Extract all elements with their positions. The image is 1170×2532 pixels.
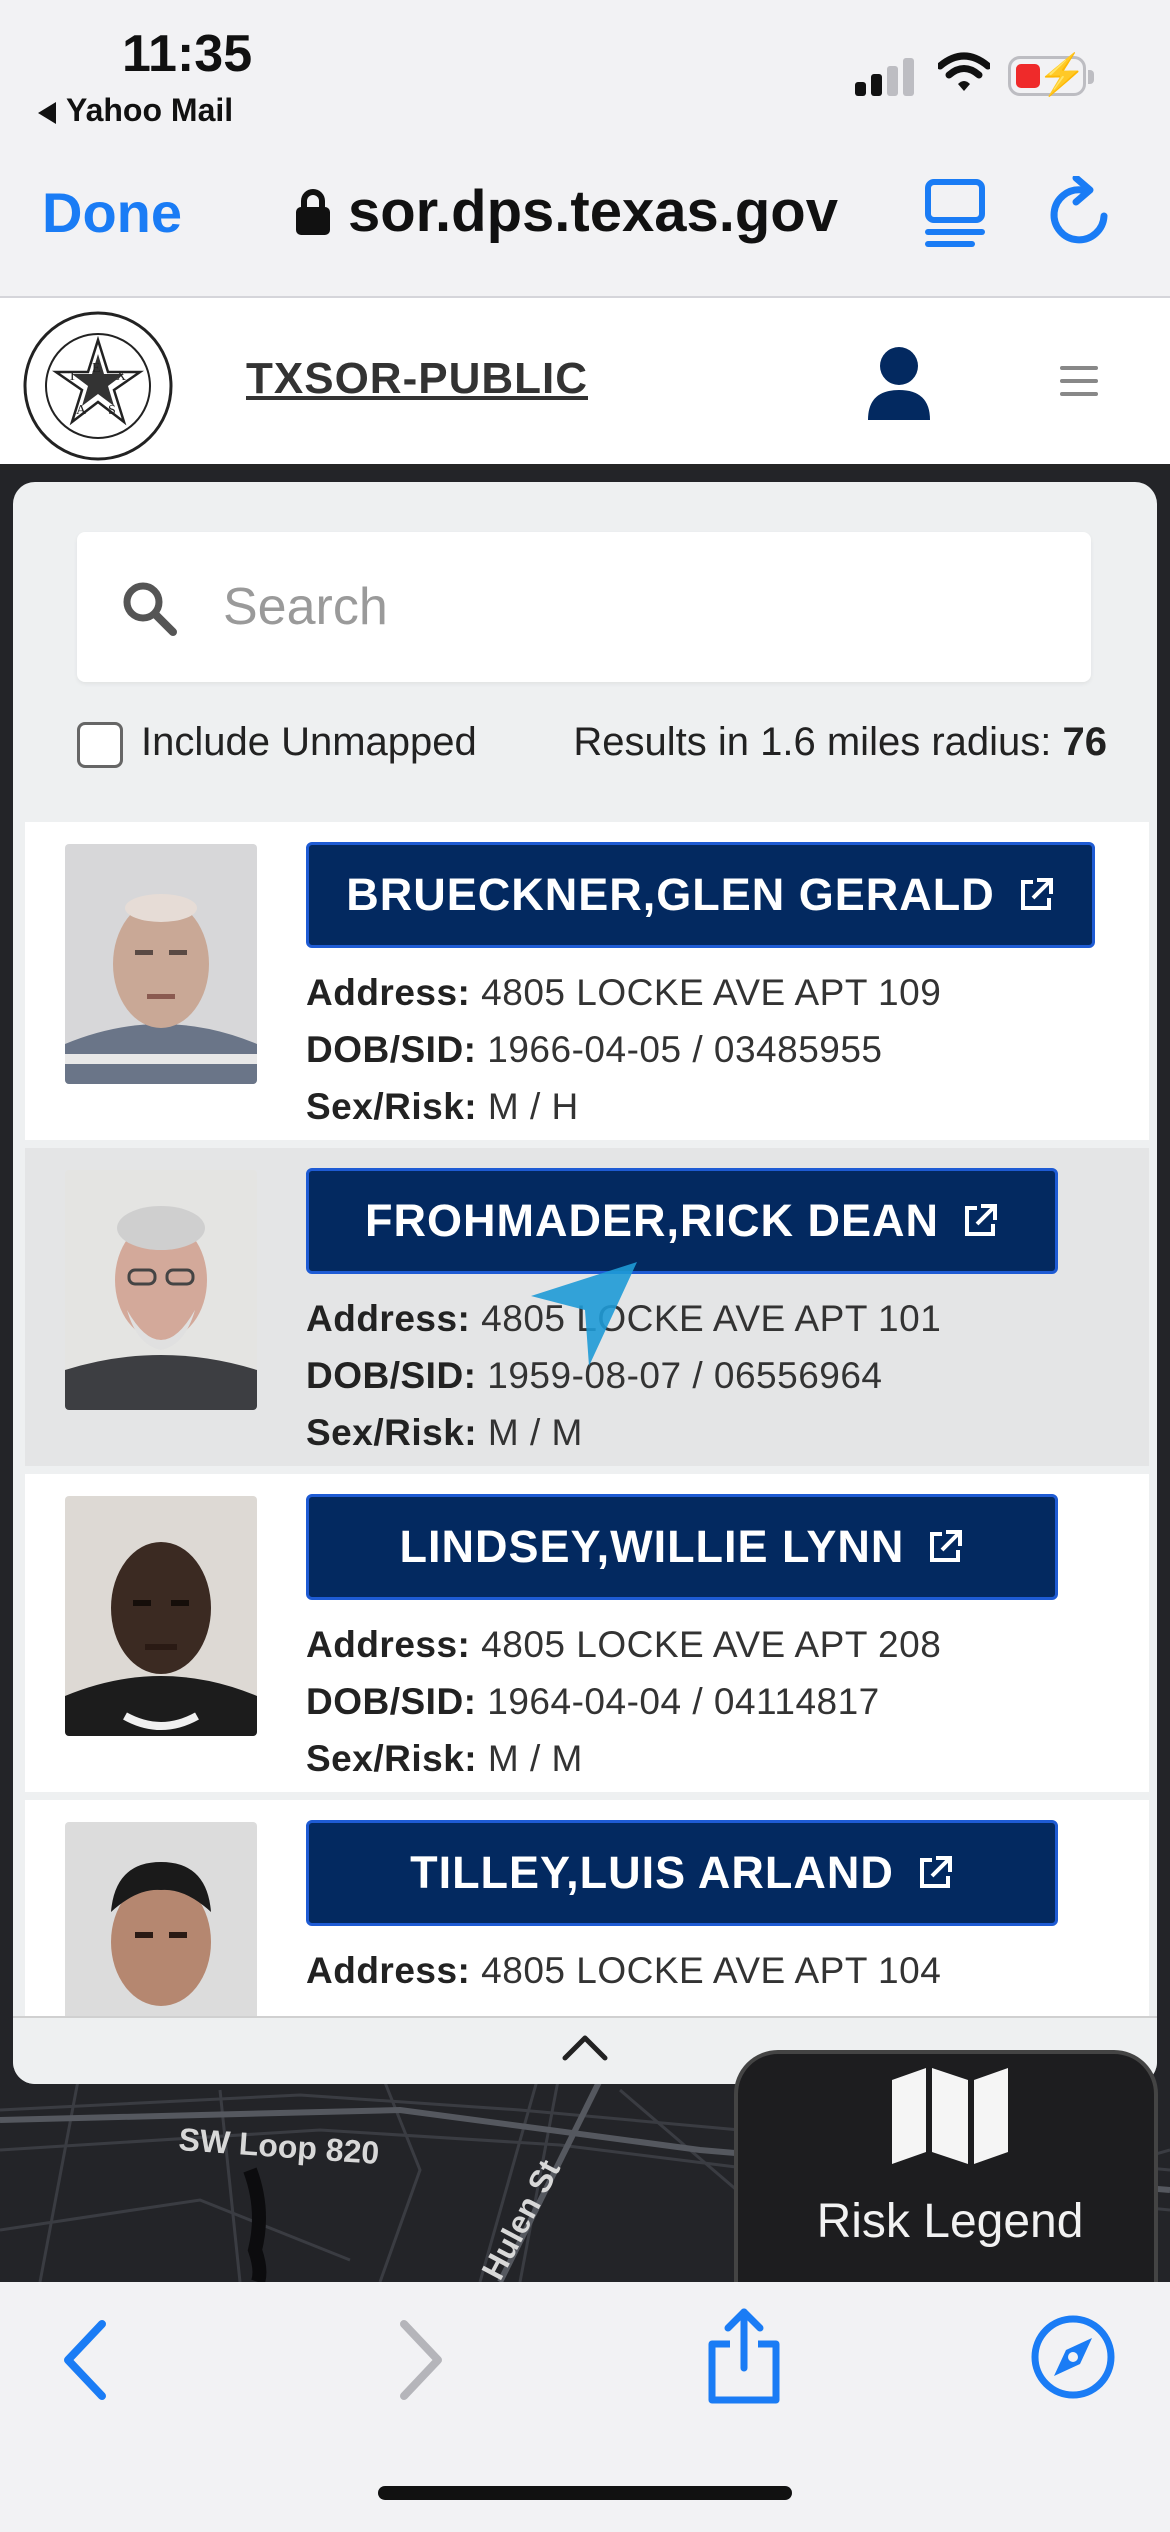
external-link-icon [965,1204,997,1236]
offender-name: FROHMADER,RICK DEAN [365,1195,939,1246]
search-box[interactable] [77,532,1091,682]
sex-risk-value: M / H [487,1086,579,1127]
offender-name: BRUECKNER,GLEN GERALD [346,869,995,920]
sex-risk-line: Sex/Risk: M / M [306,1738,583,1779]
share-icon[interactable] [706,2306,782,2406]
results-count: 76 [1062,720,1108,764]
offender-name-button[interactable]: TILLEY,LUIS ARLAND [306,1820,1058,1926]
back-app-label: Yahoo Mail [66,92,234,128]
dob-sid-value: 1966-04-05 / 03485955 [487,1029,883,1070]
url-field[interactable]: sor.dps.texas.gov [296,178,838,245]
sex-risk-line: Sex/Risk: M / M [306,1412,583,1453]
seal-letter: S [108,403,116,418]
sex-risk-line: Sex/Risk: M / H [306,1086,579,1127]
reload-icon[interactable] [1046,176,1114,248]
sex-risk-value: M / M [487,1738,583,1779]
offender-name-button[interactable]: LINDSEY,WILLIE LYNN [306,1494,1058,1600]
texas-dps-seal-logo[interactable]: T E X A S [22,310,174,462]
forward-icon[interactable] [396,2318,446,2402]
user-account-icon[interactable] [866,346,932,422]
mugshot-photo[interactable] [65,844,257,1084]
external-link-icon [930,1530,963,1562]
road-label-hulen-st: Hulen St [474,2153,567,2282]
include-unmapped-checkbox[interactable] [77,722,123,768]
include-unmapped-label[interactable]: Include Unmapped [141,720,477,765]
filter-row: Include Unmapped Results in 1.6 miles ra… [77,710,1107,770]
back-icon[interactable] [60,2318,110,2402]
seal-letter: X [116,369,126,384]
cellular-signal-icon [855,58,915,96]
address-value: 4805 LOCKE AVE APT 104 [481,1950,942,1991]
risk-legend-button[interactable]: Risk Legend [734,2050,1158,2290]
results-label: Results in 1.6 miles radius: [573,720,1052,764]
address-line: Address: 4805 LOCKE AVE APT 208 [306,1624,942,1665]
dob-sid-value: 1964-04-04 / 04114817 [487,1681,880,1722]
site-header: T E X A S TXSOR-PUBLIC [0,298,1170,470]
battery-icon: ⚡ [1008,55,1094,96]
list-item: LINDSEY,WILLIE LYNN Address: 4805 LOCKE … [25,1474,1149,1792]
list-item: BRUECKNER,GLEN GERALD Address: 4805 LOCK… [25,822,1149,1140]
navigation-pointer-icon [531,1262,637,1366]
mugshot-photo[interactable] [65,1170,257,1410]
seal-letter: T [68,369,77,384]
clock: 11:35 [122,25,253,83]
search-icon [123,582,177,636]
offender-name-button[interactable]: BRUECKNER,GLEN GERALD [306,842,1095,948]
risk-legend-label: Risk Legend [816,2195,1084,2248]
sex-risk-value: M / M [487,1412,583,1453]
offender-name: LINDSEY,WILLIE LYNN [399,1521,905,1572]
page: 11:35 Yahoo Mail ⚡ Done sor.dps.texas.go… [0,0,1170,2532]
road-label-loop-820: SW Loop 820 [178,2121,381,2171]
offender-name-button[interactable]: FROHMADER,RICK DEAN [306,1168,1058,1274]
url-text: sor.dps.texas.gov [348,179,838,244]
browser-bar: Done sor.dps.texas.gov [0,140,1170,298]
home-indicator[interactable] [378,2486,792,2500]
map-icon [892,2068,1008,2164]
results-summary: Results in 1.6 miles radius: 76 [573,720,1107,765]
seal-letter: E [92,361,101,376]
dob-sid-line: DOB/SID: 1966-04-05 / 03485955 [306,1029,883,1070]
search-input[interactable] [223,572,1043,642]
lock-icon [296,189,330,235]
offender-name: TILLEY,LUIS ARLAND [410,1847,894,1898]
seal-letter: A [76,403,87,418]
address-value: 4805 LOCKE AVE APT 208 [481,1624,942,1665]
results-list[interactable]: BRUECKNER,GLEN GERALD Address: 4805 LOCK… [25,822,1149,2016]
wifi-icon [938,52,990,91]
address-line: Address: 4805 LOCKE AVE APT 109 [306,972,942,1013]
compass-icon[interactable] [1030,2314,1116,2400]
site-brand-link[interactable]: TXSOR-PUBLIC [246,354,588,404]
mugshot-photo[interactable] [65,1822,257,2016]
mugshot-photo[interactable] [65,1496,257,1736]
external-link-icon [919,1856,952,1888]
back-triangle-icon [38,101,56,124]
address-value: 4805 LOCKE AVE APT 109 [481,972,942,1013]
address-line: Address: 4805 LOCKE AVE APT 104 [306,1950,942,1991]
status-bar: 11:35 Yahoo Mail ⚡ [0,0,1170,140]
dob-sid-line: DOB/SID: 1964-04-04 / 04114817 [306,1681,880,1722]
hamburger-menu-icon[interactable] [1060,366,1098,405]
list-item: TILLEY,LUIS ARLAND Address: 4805 LOCKE A… [25,1800,1149,2016]
external-link-icon [1020,878,1053,910]
done-button[interactable]: Done [42,180,182,245]
back-to-app-link[interactable]: Yahoo Mail [38,92,233,129]
chevron-up-icon[interactable] [561,2032,609,2062]
reader-mode-icon[interactable] [924,178,988,250]
